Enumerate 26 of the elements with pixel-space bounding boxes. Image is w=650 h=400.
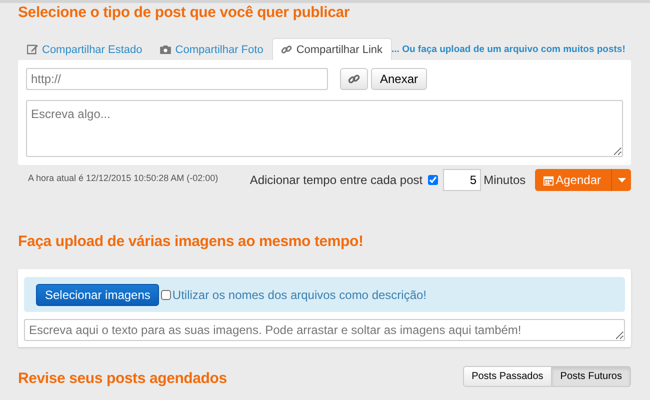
section-heading: Revise seus posts agendados [18, 370, 227, 387]
link-icon [281, 44, 292, 55]
filenames-label: Utilizar os nomes dos arquivos como descrição! [172, 288, 427, 302]
edit-icon [27, 44, 38, 55]
url-field[interactable]: http:// [26, 68, 328, 90]
interval-checkbox[interactable] [428, 175, 438, 185]
filter-button[interactable]: Posts Futuros [552, 366, 631, 387]
filenames-checkbox[interactable] [161, 290, 172, 300]
camera-icon [160, 45, 172, 54]
attach-button[interactable]: Anexar [371, 68, 428, 90]
section-heading: Selecione o tipo de post que você quer publicar [18, 4, 350, 21]
section-heading: Faça upload de várias imagens ao mesmo tempo! [18, 233, 364, 250]
message-field[interactable]: Escreva algo... [26, 100, 623, 157]
minutes-field[interactable]: 5 [442, 169, 481, 191]
link-icon [348, 73, 360, 85]
interval-label: Adicionar tempo entre cada post [250, 173, 423, 187]
current-time-text: A hora atual é 12/12/2015 10:50:28 AM (-02:00) [28, 173, 218, 183]
tab[interactable]: Compartilhar Link [272, 38, 392, 60]
link-button[interactable] [340, 68, 368, 90]
minutes-label: Minutos [484, 173, 526, 187]
select-images-button[interactable]: Selecionar imagens [36, 284, 160, 306]
image-text-field[interactable]: Escreva aqui o texto para as suas imagens. Pode arrastar e soltar as imagens aqui também! [24, 319, 625, 341]
dropdown-button[interactable] [612, 169, 631, 191]
caret-icon [618, 178, 626, 182]
calendar-icon [542, 174, 554, 186]
filter-button[interactable]: Posts Passados [462, 366, 552, 387]
